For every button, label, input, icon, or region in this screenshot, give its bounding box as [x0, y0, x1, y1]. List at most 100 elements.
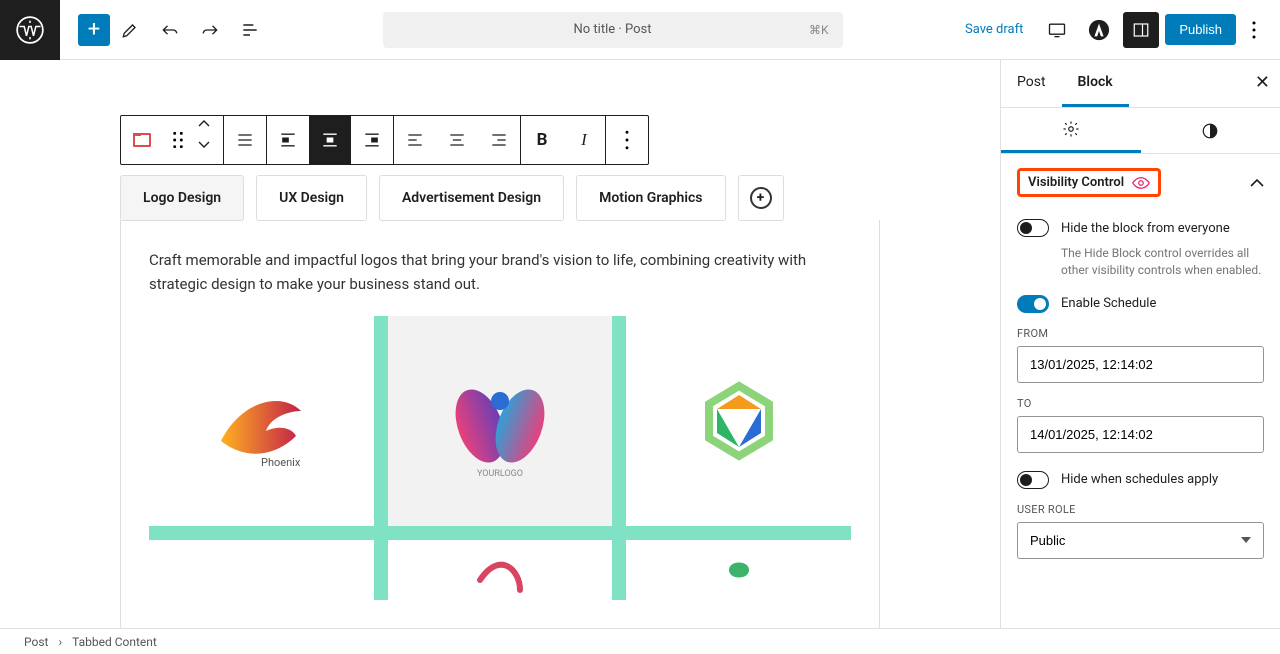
plus-circle-icon: +	[750, 187, 772, 209]
hide-block-help: The Hide Block control overrides all oth…	[1061, 245, 1264, 279]
tab-motion-graphics[interactable]: Motion Graphics	[576, 175, 725, 221]
justify-center-icon	[320, 130, 340, 150]
sidebar-icon	[1132, 21, 1150, 39]
breadcrumb-current[interactable]: Tabbed Content	[72, 635, 157, 649]
block-more-button[interactable]	[606, 116, 648, 164]
outline-button[interactable]	[230, 10, 270, 50]
to-datetime-input[interactable]	[1017, 416, 1264, 453]
tab-logo-design[interactable]: Logo Design	[120, 175, 244, 221]
justify-right-icon	[362, 130, 382, 150]
bold-icon: B	[537, 130, 548, 150]
text-align-right-button[interactable]	[478, 116, 520, 164]
breadcrumb: Post › Tabbed Content	[0, 628, 1280, 654]
block-toolbar: B I	[120, 115, 649, 165]
visibility-panel-header[interactable]: Visibility Control	[1001, 154, 1280, 211]
breadcrumb-separator: ›	[58, 635, 62, 649]
redo-icon	[200, 20, 220, 40]
italic-button[interactable]: I	[563, 116, 605, 164]
move-buttons[interactable]	[193, 116, 223, 164]
text-align-center-icon	[447, 130, 467, 150]
list-icon	[240, 20, 260, 40]
save-draft-button[interactable]: Save draft	[955, 22, 1033, 37]
wordpress-logo[interactable]	[0, 0, 60, 60]
eye-icon	[1132, 176, 1150, 190]
from-datetime-input[interactable]	[1017, 346, 1264, 383]
add-block-button[interactable]: +	[78, 14, 110, 46]
svg-text:YOURLOGO: YOURLOGO	[477, 469, 523, 479]
kebab-icon	[1252, 21, 1256, 39]
text-align-left-button[interactable]	[394, 116, 436, 164]
settings-sidebar: Post Block ✕ Visibility Control Hide the…	[1000, 60, 1280, 628]
redo-button[interactable]	[190, 10, 230, 50]
user-role-select[interactable]: Public	[1017, 522, 1264, 559]
gear-icon	[1062, 120, 1080, 138]
settings-tab[interactable]	[1001, 108, 1141, 153]
block-type-button[interactable]	[121, 116, 163, 164]
sidebar-tab-block[interactable]: Block	[1062, 60, 1129, 107]
document-title-bar[interactable]: No title · Post ⌘K	[383, 12, 843, 48]
logo-placeholder-3	[626, 540, 851, 600]
chevron-up-icon	[198, 120, 218, 140]
italic-icon: I	[581, 130, 587, 150]
wordpress-icon	[16, 16, 44, 44]
align-icon	[235, 130, 255, 150]
add-tab-button[interactable]: +	[738, 175, 784, 221]
close-sidebar-button[interactable]: ✕	[1255, 72, 1270, 93]
logo-placeholder-1	[149, 540, 374, 600]
sidebar-tab-post[interactable]: Post	[1001, 60, 1062, 107]
enable-schedule-label: Enable Schedule	[1061, 296, 1156, 311]
logo-phoenix: Phoenix	[149, 316, 374, 526]
enable-schedule-toggle[interactable]	[1017, 295, 1049, 313]
svg-text:Phoenix: Phoenix	[261, 456, 301, 469]
more-options-button[interactable]	[1242, 21, 1266, 39]
command-shortcut: ⌘K	[809, 23, 829, 37]
logo-yourlogo: YOURLOGO	[388, 316, 613, 526]
from-label: FROM	[1017, 327, 1264, 340]
breadcrumb-root[interactable]: Post	[24, 635, 48, 649]
text-align-center-button[interactable]	[436, 116, 478, 164]
hide-schedule-toggle[interactable]	[1017, 471, 1049, 489]
sidebar-tabs: Post Block ✕	[1001, 60, 1280, 108]
desktop-icon	[1047, 20, 1067, 40]
justify-right-button[interactable]	[351, 116, 393, 164]
settings-sidebar-button[interactable]	[1123, 12, 1159, 48]
tab-advertisement-design[interactable]: Advertisement Design	[379, 175, 564, 221]
publish-button[interactable]: Publish	[1165, 14, 1236, 45]
chevron-down-icon	[198, 140, 218, 160]
astra-icon	[1088, 19, 1110, 41]
visibility-panel-title: Visibility Control	[1028, 175, 1124, 190]
justify-left-icon	[278, 130, 298, 150]
tabbed-content-icon	[133, 133, 151, 147]
editor-canvas[interactable]: B I Logo Design UX Design Advertisement …	[0, 60, 1000, 628]
contrast-icon	[1201, 122, 1219, 140]
undo-icon	[160, 20, 180, 40]
document-title: No title · Post	[574, 22, 652, 37]
logo-gallery: Phoenix YOURLOGO	[149, 316, 851, 600]
chevron-up-icon	[1250, 179, 1264, 187]
tab-panel: Craft memorable and impactful logos that…	[120, 220, 880, 628]
bold-button[interactable]: B	[521, 116, 563, 164]
justify-center-button[interactable]	[309, 116, 351, 164]
tab-ux-design[interactable]: UX Design	[256, 175, 367, 221]
justify-left-button[interactable]	[267, 116, 309, 164]
drag-handle[interactable]	[163, 116, 193, 164]
kebab-icon	[617, 130, 637, 150]
pencil-icon	[120, 20, 140, 40]
hide-block-toggle[interactable]	[1017, 219, 1049, 237]
edit-tool-button[interactable]	[110, 10, 150, 50]
tab-description: Craft memorable and impactful logos that…	[149, 248, 851, 296]
text-align-left-icon	[405, 130, 425, 150]
close-icon: ✕	[1255, 72, 1270, 93]
astra-button[interactable]	[1081, 12, 1117, 48]
hide-schedule-label: Hide when schedules apply	[1061, 472, 1218, 487]
tabs-row: Logo Design UX Design Advertisement Desi…	[120, 175, 880, 221]
device-preview-button[interactable]	[1039, 12, 1075, 48]
user-role-label: USER ROLE	[1017, 503, 1264, 516]
align-button[interactable]	[224, 116, 266, 164]
plus-icon: +	[88, 19, 100, 41]
styles-tab[interactable]	[1141, 108, 1280, 153]
hide-block-label: Hide the block from everyone	[1061, 221, 1230, 236]
to-label: TO	[1017, 397, 1264, 410]
undo-button[interactable]	[150, 10, 190, 50]
logo-hexagon	[626, 316, 851, 526]
